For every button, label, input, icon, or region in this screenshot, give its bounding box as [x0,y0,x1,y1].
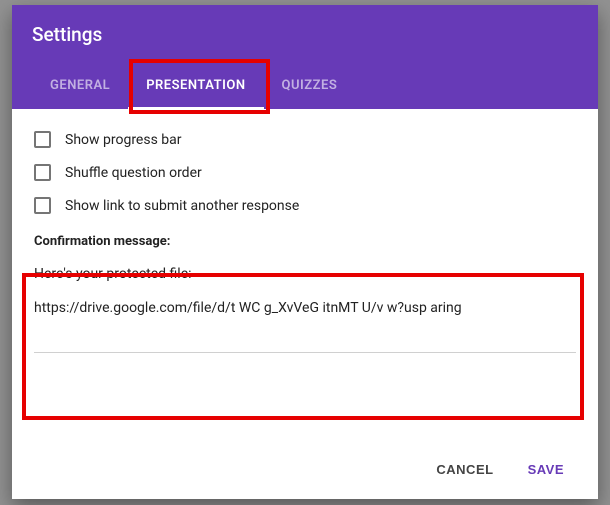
option-submit-another-row: Show link to submit another response [34,197,576,214]
save-button[interactable]: Save [514,452,578,487]
confirmation-line2: https://drive.google.com/file/d/t WC g_X… [34,297,576,321]
settings-dialog: Settings General Presentation Quizzes Sh… [12,5,598,499]
checkbox-submit-another[interactable] [34,197,51,214]
option-progress-label: Show progress bar [65,132,182,148]
tab-quizzes[interactable]: Quizzes [264,64,356,109]
checkbox-shuffle[interactable] [34,164,51,181]
dialog-header: Settings General Presentation Quizzes [12,5,598,109]
tab-general[interactable]: General [32,64,128,109]
confirmation-line1: Here's your protected file: [34,263,576,287]
confirmation-section: Confirmation message: Here's your protec… [34,234,576,353]
tab-bar: General Presentation Quizzes [32,64,578,109]
tab-presentation[interactable]: Presentation [128,64,263,109]
option-shuffle-row: Shuffle question order [34,164,576,181]
confirmation-label: Confirmation message: [34,234,576,249]
cancel-button[interactable]: Cancel [422,452,507,487]
dialog-body: Show progress bar Shuffle question order… [12,109,598,444]
option-submit-another-label: Show link to submit another response [65,198,299,214]
dialog-title: Settings [32,23,578,46]
option-progress-row: Show progress bar [34,131,576,148]
option-shuffle-label: Shuffle question order [65,165,202,181]
checkbox-progress[interactable] [34,131,51,148]
dialog-footer: Cancel Save [12,444,598,499]
confirmation-textarea[interactable]: Here's your protected file: https://driv… [34,263,576,353]
